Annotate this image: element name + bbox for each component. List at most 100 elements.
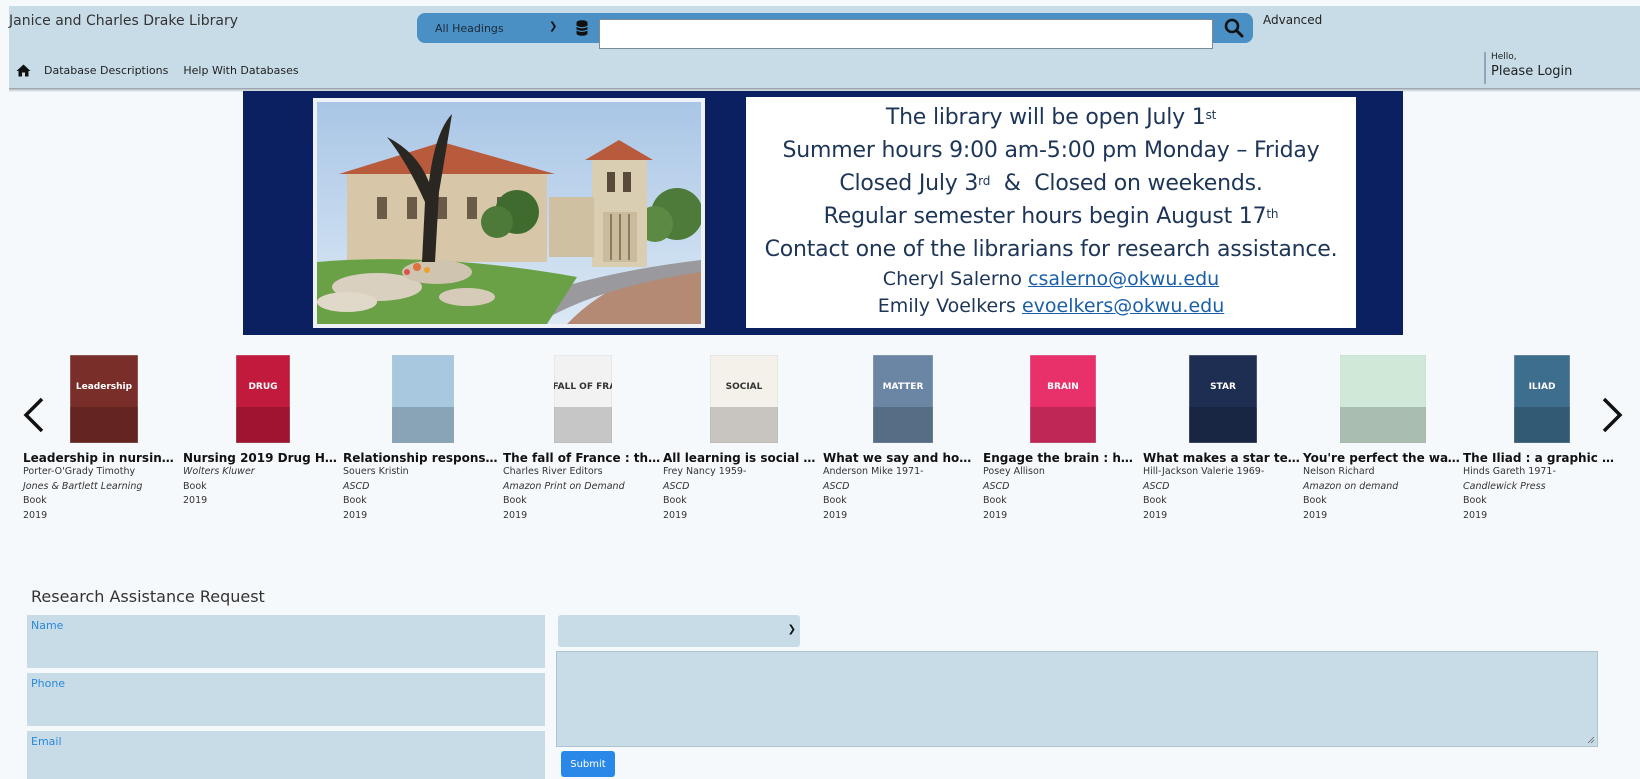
search-button[interactable] [1215,13,1253,43]
book-cover-image[interactable]: ILIAD [1463,355,1621,445]
research-form-title: Research Assistance Request [31,587,265,606]
book-author: Charles River Editors [503,466,603,477]
book-author: Posey Allison [983,466,1045,477]
book-type: Book [1303,495,1327,506]
book-title[interactable]: You're perfect the way ... [1303,451,1461,465]
book-author: Souers Kristin [343,466,409,477]
book-title[interactable]: All learning is social an... [663,451,821,465]
book-title[interactable]: Nursing 2019 Drug Han... [183,451,341,465]
book-item[interactable]: ILIAD The Iliad : a graphic novelHinds Ga… [1463,355,1621,523]
notice-semester-text: Regular semester hours begin August 17 [823,204,1267,229]
message-textarea[interactable] [556,651,1598,747]
book-year: 2019 [823,509,848,521]
svg-text:BRAIN: BRAIN [1047,382,1079,392]
book-cover-image[interactable]: STAR [1143,355,1301,445]
book-item[interactable]: DRUG Nursing 2019 Drug Han... Wolters Kluw… [183,355,341,509]
chevron-down-icon: ❯ [549,21,558,32]
book-publisher: Jones & Bartlett Learning [23,480,143,492]
book-title[interactable]: What we say and how ... [823,451,981,465]
book-year: 2019 [983,509,1008,521]
nav-help-with-databases[interactable]: Help With Databases [183,64,298,77]
search-input[interactable] [599,19,1213,49]
database-icon[interactable] [576,20,588,36]
book-cover-image[interactable]: THE FALL OF FRANCE [503,355,661,445]
new-books-carousel: Leadership Leadership in nursing p... Port… [0,355,1640,530]
book-item[interactable]: BRAIN Engage the brain : how ... Posey All… [983,355,1141,523]
book-item[interactable]: You're perfect the way ... Nelson Richard… [1303,355,1461,523]
notice-closed-sup: rd [978,174,991,188]
book-cover-image[interactable]: Leadership [23,355,181,445]
email-field[interactable]: Email [27,731,545,779]
notice-line-semester: Regular semester hours begin August 17th [746,200,1356,233]
book-type: Book [663,495,687,506]
notice-semester-sup: th [1266,207,1279,221]
search-icon [1224,18,1244,38]
book-title[interactable]: What makes a star teac... [1143,451,1301,465]
phone-field[interactable]: Phone [27,673,545,726]
library-notice: The library will be open July 1st Summer… [746,97,1356,328]
book-type: Book [23,495,47,506]
contact-salerno-email[interactable]: csalerno@okwu.edu [1028,268,1219,290]
nav-database-descriptions[interactable]: Database Descriptions [44,64,168,77]
advanced-search-link[interactable]: Advanced [1263,13,1322,27]
contact-voelkers: Emily Voelkers evoelkers@okwu.edu [746,293,1356,320]
book-type: Book [343,495,367,506]
book-cover-image[interactable] [343,355,501,445]
book-year: 2019 [23,509,48,521]
search-bar: All Headings ❯ [417,13,1253,49]
book-item[interactable]: MATTER What we say and how ... Anderson Mi… [823,355,981,523]
search-scope-select[interactable]: All Headings ❯ [417,13,567,43]
book-author: Frey Nancy 1959- [663,466,747,477]
phone-label: Phone [31,677,66,690]
book-cover-image[interactable]: SOCIAL [663,355,821,445]
book-type: Book [1463,495,1487,506]
book-item[interactable]: Leadership Leadership in nursing p... Port… [23,355,181,523]
library-name[interactable]: Janice and Charles Drake Library [9,13,238,29]
svg-text:ILIAD: ILIAD [1529,382,1556,392]
book-year: 2019 [503,509,528,521]
home-icon[interactable] [16,64,31,77]
book-publisher: Amazon on demand [1303,480,1399,492]
svg-text:Leadership: Leadership [76,382,133,392]
notice-line-summer-hours: Summer hours 9:00 am-5:00 pm Monday – Fr… [782,138,1320,163]
notice-closed-text: Closed July 3 [839,171,979,196]
book-cover-image[interactable]: BRAIN [983,355,1141,445]
book-item[interactable]: THE FALL OF FRANCE The fall of France : t… [503,355,661,523]
contact-salerno-name: Cheryl Salerno [882,268,1022,290]
book-type: Book [1143,495,1167,506]
login-link[interactable]: Please Login [1491,64,1572,79]
notice-open-sup: st [1205,108,1217,122]
book-publisher: Wolters Kluwer [183,466,255,477]
book-type: Book [983,495,1007,506]
search-scope-value: All Headings [435,21,504,35]
book-cover-image[interactable] [1303,355,1461,445]
svg-text:MATTER: MATTER [883,382,924,392]
book-title[interactable]: The fall of France : the ... [503,451,661,465]
book-publisher: ASCD [983,480,1010,492]
book-author: Hinds Gareth 1971- [1463,466,1556,477]
book-title[interactable]: The Iliad : a graphic novel [1463,451,1621,465]
notice-line-open: The library will be open July 1st [746,101,1356,134]
book-year: 2019 [1303,509,1328,521]
book-cover-image[interactable]: MATTER [823,355,981,445]
contact-voelkers-email[interactable]: evoelkers@okwu.edu [1022,295,1224,317]
book-publisher: ASCD [343,480,370,492]
carousel-next-arrow-icon[interactable] [1600,395,1624,435]
name-field[interactable]: Name [27,615,545,668]
resize-grip-icon[interactable] [1587,736,1595,744]
book-title[interactable]: Engage the brain : how ... [983,451,1141,465]
notice-open-text: The library will be open July 1 [885,105,1206,130]
book-publisher: Amazon Print on Demand [503,480,625,492]
book-type: Book [823,495,847,506]
book-item[interactable]: Relationship responsibi... Souers Kristin… [343,355,501,523]
submit-button[interactable]: Submit [561,751,615,777]
book-cover-image[interactable]: DRUG [183,355,341,445]
notice-line-closed: Closed July 3rd & Closed on weekends. [746,167,1356,200]
book-title[interactable]: Leadership in nursing p... [23,451,181,465]
login-box[interactable]: Hello, Please Login [1484,52,1572,84]
book-title[interactable]: Relationship responsibi... [343,451,501,465]
book-item[interactable]: SOCIAL All learning is social an... Frey N… [663,355,821,523]
book-item[interactable]: STAR What makes a star teac... Hill-Jackso… [1143,355,1301,523]
topic-select[interactable]: ❯ [558,615,800,647]
book-publisher: Candlewick Press [1463,480,1546,492]
